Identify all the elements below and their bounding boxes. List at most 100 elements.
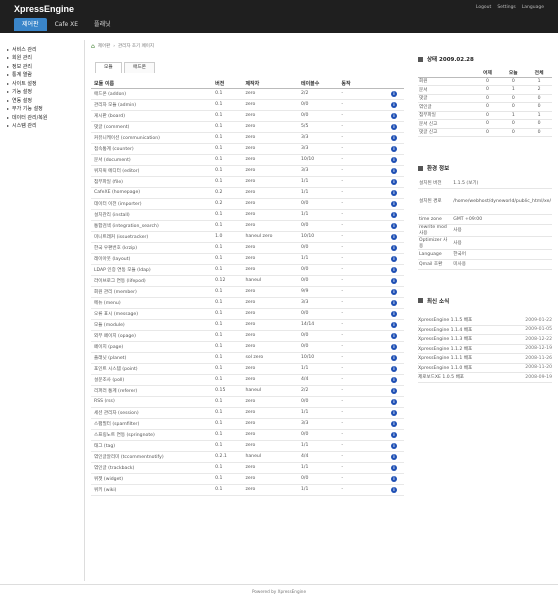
info-icon[interactable]: i	[390, 123, 397, 130]
module-name[interactable]: LDAP 인증 연동 모듈 (ldap)	[91, 264, 213, 276]
module-name[interactable]: 애드온 (addon)	[91, 88, 213, 100]
info-icon[interactable]: i	[390, 178, 397, 185]
info-icon[interactable]: i	[390, 200, 397, 207]
settings-link[interactable]: Settings	[497, 5, 515, 10]
sidebar-item[interactable]: ▸ 회원 관리	[7, 54, 84, 63]
info-icon[interactable]: i	[390, 222, 397, 229]
brand-logo[interactable]: XpressEngine	[14, 4, 74, 14]
info-icon[interactable]: i	[390, 112, 397, 119]
module-name[interactable]: 오류 표시 (message)	[91, 308, 213, 320]
info-icon[interactable]: i	[390, 255, 397, 262]
sidebar-item[interactable]: ▸ 서비스 관리	[7, 45, 84, 54]
module-name[interactable]: 관리자 모듈 (admin)	[91, 99, 213, 111]
module-name[interactable]: 게시판 (board)	[91, 110, 213, 122]
info-icon[interactable]: i	[390, 156, 397, 163]
module-name[interactable]: 외부 페이지 (opage)	[91, 330, 213, 342]
news-title[interactable]: 제로보드XE 1.0.5 배포	[418, 372, 508, 383]
logout-link[interactable]: Logout	[476, 5, 491, 10]
info-icon[interactable]: i	[390, 332, 397, 339]
info-icon[interactable]: i	[390, 420, 397, 427]
info-icon[interactable]: i	[390, 233, 397, 240]
sidebar-item[interactable]: ▸ 데이터 관리/복원	[7, 113, 84, 122]
info-icon[interactable]: i	[390, 398, 397, 405]
info-icon[interactable]: i	[390, 145, 397, 152]
news-title[interactable]: XpressEngine 1.1.5 배포	[418, 315, 508, 326]
info-icon[interactable]: i	[390, 442, 397, 449]
tab-modules[interactable]: 모듈	[95, 62, 122, 73]
info-icon[interactable]: i	[390, 277, 397, 284]
module-name[interactable]: 포인트 시스템 (point)	[91, 363, 213, 375]
module-name[interactable]: 메뉴 (menu)	[91, 297, 213, 309]
module-name[interactable]: 설치관리 (install)	[91, 209, 213, 221]
info-icon[interactable]: i	[390, 189, 397, 196]
info-icon[interactable]: i	[390, 101, 397, 108]
module-name[interactable]: 세션 관리자 (session)	[91, 407, 213, 419]
module-name[interactable]: RSS (rss)	[91, 396, 213, 408]
info-icon[interactable]: i	[390, 376, 397, 383]
module-name[interactable]: 엮인글 (trackback)	[91, 462, 213, 474]
module-name[interactable]: 회원 관리 (member)	[91, 286, 213, 298]
news-title[interactable]: XpressEngine 1.1.4 배포	[418, 325, 508, 335]
info-icon[interactable]: i	[390, 409, 397, 416]
info-icon[interactable]: i	[390, 464, 397, 471]
sidebar-item[interactable]: ▸ 기능 설정	[7, 88, 84, 97]
module-name[interactable]: 리퍼러 통계 (referer)	[91, 385, 213, 397]
info-icon[interactable]: i	[390, 167, 397, 174]
sidebar-item[interactable]: ▸ 연동 설정	[7, 96, 84, 105]
module-name[interactable]: 커뮤니케이션 (communication)	[91, 132, 213, 144]
nav-control-panel[interactable]: 제어판	[14, 18, 47, 31]
env-value[interactable]: 1.1.5 (보기)	[452, 178, 552, 189]
module-name[interactable]: 설문조사 (poll)	[91, 374, 213, 386]
module-name[interactable]: 한국 우편번호 (krzip)	[91, 242, 213, 254]
module-name[interactable]: CafeXE (homepage)	[91, 187, 213, 199]
news-title[interactable]: XpressEngine 1.1.2 배포	[418, 344, 508, 354]
sidebar-item[interactable]: ▸ 시스템 관리	[7, 122, 84, 131]
info-icon[interactable]: i	[390, 134, 397, 141]
info-icon[interactable]: i	[390, 310, 397, 317]
module-name[interactable]: 페이지 (page)	[91, 341, 213, 353]
info-icon[interactable]: i	[390, 453, 397, 460]
module-name[interactable]: 엮인글알리미 (tccommentnotify)	[91, 451, 213, 463]
module-name[interactable]: 위젯 (widget)	[91, 473, 213, 485]
sidebar-item[interactable]: ▸ 정보 관리	[7, 62, 84, 71]
module-name[interactable]: 댓글 (comment)	[91, 121, 213, 133]
nav-planet[interactable]: 플래닛	[86, 18, 119, 31]
module-name[interactable]: 플래닛 (planet)	[91, 352, 213, 364]
sidebar-item[interactable]: ▸ 통계 열람	[7, 71, 84, 80]
module-name[interactable]: 접속통계 (counter)	[91, 143, 213, 155]
language-link[interactable]: Language	[522, 5, 544, 10]
module-name[interactable]: 스프링노트 연동 (springnote)	[91, 429, 213, 441]
module-name[interactable]: 라이브로그 연동 (lifepod)	[91, 275, 213, 287]
module-name[interactable]: 문서 (document)	[91, 154, 213, 166]
info-icon[interactable]: i	[390, 321, 397, 328]
info-icon[interactable]: i	[390, 354, 397, 361]
breadcrumb-home[interactable]: 제어판	[98, 43, 110, 49]
module-name[interactable]: 스팸필터 (spamfilter)	[91, 418, 213, 430]
info-icon[interactable]: i	[390, 387, 397, 394]
module-name[interactable]: 통합검색 (integration_search)	[91, 220, 213, 232]
module-name[interactable]: 첨부파일 (file)	[91, 176, 213, 188]
info-icon[interactable]: i	[390, 431, 397, 438]
module-name[interactable]: 미니트래커 (issuetracker)	[91, 231, 213, 243]
module-name[interactable]: 위지윅 에디터 (editor)	[91, 165, 213, 177]
info-icon[interactable]: i	[390, 288, 397, 295]
module-name[interactable]: 레이아웃 (layout)	[91, 253, 213, 265]
module-name[interactable]: 태그 (tag)	[91, 440, 213, 452]
module-name[interactable]: 모듈 (module)	[91, 319, 213, 331]
info-icon[interactable]: i	[390, 486, 397, 493]
news-title[interactable]: XpressEngine 1.1.0 배포	[418, 363, 508, 373]
info-icon[interactable]: i	[390, 90, 397, 97]
sidebar-item[interactable]: ▸ 사이트 설정	[7, 79, 84, 88]
news-title[interactable]: XpressEngine 1.1.3 배포	[418, 334, 508, 345]
info-icon[interactable]: i	[390, 244, 397, 251]
tab-addons[interactable]: 애드온	[123, 62, 156, 73]
info-icon[interactable]: i	[390, 475, 397, 482]
module-name[interactable]: 데이터 이전 (importer)	[91, 198, 213, 210]
sidebar-item[interactable]: ▸ 부가 기능 설정	[7, 105, 84, 114]
news-title[interactable]: XpressEngine 1.1.1 배포	[418, 353, 508, 364]
module-name[interactable]: 위키 (wiki)	[91, 484, 213, 496]
info-icon[interactable]: i	[390, 343, 397, 350]
info-icon[interactable]: i	[390, 211, 397, 218]
info-icon[interactable]: i	[390, 266, 397, 273]
nav-cafe-xe[interactable]: Cafe XE	[47, 18, 86, 31]
